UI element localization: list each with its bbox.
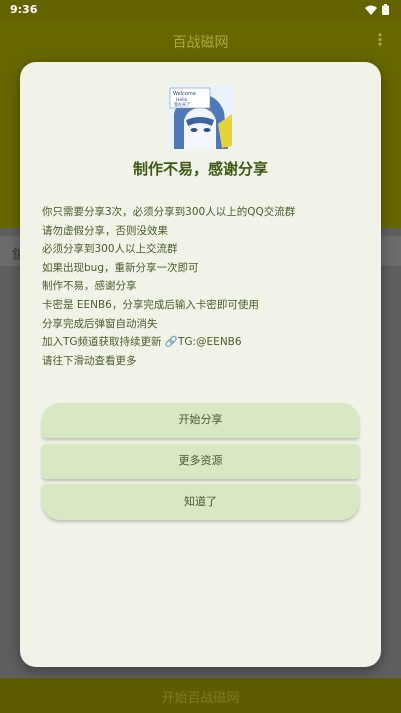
message-line: 制作不易，感谢分享	[42, 280, 137, 293]
message-line: 卡密是 EENB6，分享完成后输入卡密即可使用	[42, 298, 259, 311]
wifi-icon	[365, 5, 377, 15]
status-time: 9:36	[10, 3, 38, 16]
message-line: 你只需要分享3次，必须分享到300人以上的QQ交流群	[42, 206, 296, 218]
overflow-menu-icon[interactable]: ⋮	[372, 30, 388, 49]
bottom-action-bar[interactable]: 开始百战磁网	[0, 678, 401, 713]
svg-text:Welcome: Welcome	[173, 91, 196, 97]
status-icons	[365, 4, 389, 15]
bottom-action-label: 开始百战磁网	[161, 691, 240, 706]
start-share-button[interactable]: 开始分享	[42, 403, 359, 438]
got-it-button[interactable]: 知道了	[42, 484, 359, 520]
anime-avatar-image: Welcome Hello 我在亮了	[166, 84, 234, 149]
message-line: 请往下滑动查看更多	[42, 354, 137, 367]
battery-icon	[382, 4, 389, 15]
svg-text:我在亮了: 我在亮了	[174, 101, 190, 107]
message-line: 分享完成后弹窗自动消失	[42, 317, 158, 330]
message-line-tg-link[interactable]: 加入TG频道获取持续更新 🔗TG:@EENB6	[42, 333, 362, 352]
dialog-message: 你只需要分享3次，必须分享到300人以上的QQ交流群 请勿虚假分享，否则没效果 …	[42, 203, 362, 370]
message-line: 必须分享到300人以上交流群	[42, 243, 178, 256]
dialog-title: 制作不易，感谢分享	[132, 160, 268, 178]
anime-illustration: Welcome Hello 我在亮了	[166, 84, 234, 149]
status-bar: 9:36	[0, 0, 401, 20]
share-dialog: Welcome Hello 我在亮了 制作不易，感谢分享 你只需要分享3次，必须…	[20, 62, 381, 667]
message-line: 请勿虚假分享，否则没效果	[42, 224, 168, 237]
app-title: 百战磁网	[172, 35, 229, 51]
more-resources-button[interactable]: 更多资源	[42, 444, 359, 479]
message-line: 如果出现bug，重新分享一次即可	[42, 261, 199, 274]
